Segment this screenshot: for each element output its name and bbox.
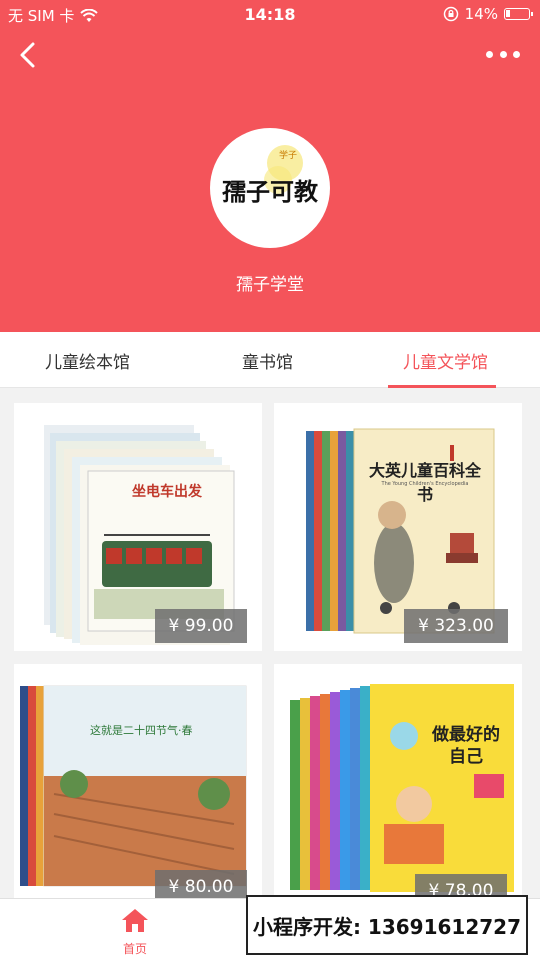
- tabbar-home-label: 首页: [122, 942, 147, 956]
- product-cover-title: 这就是二十四节气·春: [90, 724, 193, 737]
- product-price: ¥ 99.00: [155, 609, 247, 643]
- tab-picture-books[interactable]: 儿童绘本馆: [45, 348, 130, 373]
- shop-avatar: 孺子可教 学子: [210, 128, 330, 248]
- shop-header: 无 SIM 卡 14:18 14% 孺子可教 学子 孺子学堂: [0, 0, 540, 332]
- more-dot-icon: [486, 50, 493, 58]
- active-tab-indicator: [388, 385, 496, 388]
- product-card[interactable]: 这就是二十四节气·春 ¥ 80.00: [14, 664, 262, 912]
- product-cover-title: 做最好的自己: [432, 725, 500, 767]
- home-icon: [122, 909, 148, 932]
- product-card[interactable]: 坐电车出发 ¥ 99.00: [14, 403, 262, 651]
- product-card[interactable]: 做最好的自己 ¥ 78.00: [274, 664, 522, 912]
- tab-childrens-books[interactable]: 童书馆: [242, 348, 293, 373]
- battery-icon: [504, 8, 533, 20]
- chevron-left-icon: [20, 42, 35, 68]
- svg-text:学子: 学子: [279, 149, 297, 161]
- orientation-lock-icon: [443, 6, 458, 22]
- more-button[interactable]: [486, 42, 520, 66]
- status-right: 14%: [443, 5, 533, 23]
- product-cover-subtitle: The Young Children's Encyclopedia: [381, 481, 469, 487]
- svg-text:孺子可教: 孺子可教: [222, 177, 319, 206]
- more-dot-icon: [513, 50, 520, 58]
- back-button[interactable]: [14, 38, 44, 72]
- product-price: ¥ 323.00: [404, 609, 508, 643]
- shop-name: 孺子学堂: [236, 275, 304, 295]
- tab-childrens-literature[interactable]: 儿童文学馆: [403, 348, 488, 373]
- status-bar: 无 SIM 卡 14:18 14%: [0, 0, 540, 30]
- product-card[interactable]: 大英儿童百科全书 The Young Children's Encycloped…: [274, 403, 522, 651]
- shop-logo: 孺子可教 学子: [222, 145, 319, 206]
- tabbar-home[interactable]: 首页: [100, 907, 170, 957]
- more-dot-icon: [499, 50, 507, 58]
- product-cover-title: 坐电车出发: [132, 484, 202, 500]
- category-tabs: 儿童绘本馆 童书馆 儿童文学馆: [0, 332, 540, 388]
- battery-percent: 14%: [464, 5, 498, 23]
- watermark-banner: 小程序开发: 13691612727: [246, 895, 528, 955]
